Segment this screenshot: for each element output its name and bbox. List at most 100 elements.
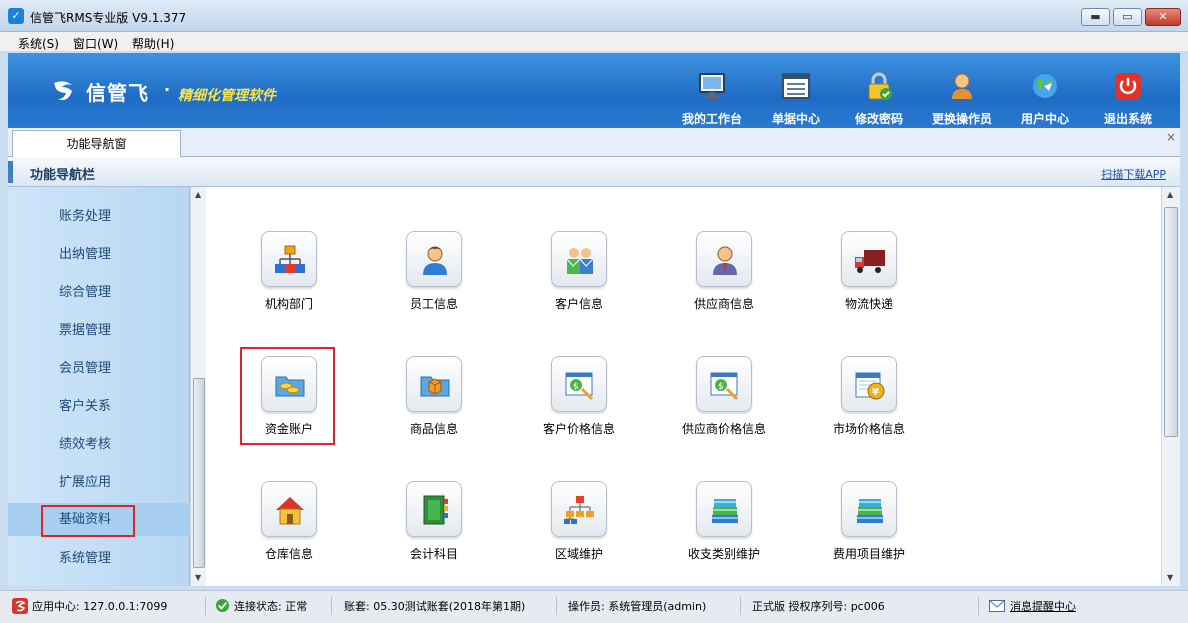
sidebar-item-label: 账务处理 — [59, 209, 112, 224]
mail-icon — [989, 600, 1005, 612]
warehouse-house-icon — [276, 497, 304, 525]
scroll-down-icon[interactable]: ▼ — [195, 573, 201, 582]
user-icon — [952, 73, 972, 99]
books-icon — [712, 499, 738, 523]
truck-icon — [855, 250, 885, 273]
globe-icon — [1033, 74, 1057, 98]
sidebar-item-members[interactable]: 会员管理 — [8, 352, 190, 385]
switch-operator-button[interactable]: 更换操作员 — [922, 71, 1002, 127]
tool-label: 修改密码 — [854, 112, 903, 126]
sidebar-item-cashier[interactable]: 出纳管理 — [8, 238, 190, 271]
grid-item-supplier[interactable]: 供应商信息 — [654, 231, 794, 312]
user-center-button[interactable]: 用户中心 — [1005, 71, 1085, 127]
lock-icon — [868, 72, 892, 100]
menu-window[interactable]: 窗口(W) — [73, 35, 118, 52]
grid-item-label: 区域维护 — [554, 547, 603, 561]
exit-system-button[interactable]: 退出系统 — [1088, 71, 1168, 127]
sidebar-item-crm[interactable]: 客户关系 — [8, 390, 190, 423]
menu-help[interactable]: 帮助(H) — [132, 35, 174, 52]
menu-system[interactable]: 系统(S) — [18, 35, 59, 52]
brand-logo-icon — [54, 81, 72, 100]
sidebar: 账务处理 出纳管理 综合管理 票据管理 会员管理 客户关系 绩效考核 扩展应用 … — [8, 187, 190, 586]
books-icon — [857, 499, 883, 523]
sidebar-item-label: 综合管理 — [59, 285, 112, 300]
customers-icon — [566, 248, 594, 274]
sidebar-item-general[interactable]: 综合管理 — [8, 276, 190, 309]
message-center-link[interactable]: 消息提醒中心 — [1010, 598, 1076, 614]
scrollbar-thumb[interactable] — [193, 378, 205, 568]
main-scrollbar[interactable]: ▲ ▼ — [1161, 187, 1180, 586]
status-divider — [331, 597, 332, 615]
power-icon — [1115, 73, 1141, 99]
grid-item-label: 市场价格信息 — [832, 422, 905, 436]
grid-item-warehouse[interactable]: 仓库信息 — [219, 481, 359, 562]
tile: ¥ — [841, 356, 897, 412]
status-operator: 操作员: 系统管理员(admin) — [568, 600, 707, 613]
grid-item-income-expense-category[interactable]: 收支类别维护 — [654, 481, 794, 562]
scrollbar-thumb[interactable] — [1164, 207, 1178, 437]
grid-item-market-price[interactable]: ¥ 市场价格信息 — [799, 356, 939, 437]
sidebar-item-label: 扩展应用 — [59, 475, 112, 490]
sidebar-item-label: 绩效考核 — [59, 437, 112, 452]
workbench-button[interactable]: 我的工作台 — [672, 71, 752, 127]
menu-bar: 系统(S) 窗口(W) 帮助(H) — [0, 32, 1188, 52]
brand-slogan: 精细化管理软件 — [178, 88, 276, 104]
tile — [841, 231, 897, 287]
market-price-icon: ¥ — [855, 372, 885, 400]
tile — [261, 481, 317, 537]
grid-item-accounting-subject[interactable]: 会计科目 — [364, 481, 504, 562]
grid-item-customer-price[interactable]: $ 客户价格信息 — [509, 356, 649, 437]
scroll-up-icon[interactable]: ▲ — [195, 190, 201, 199]
price-search-icon: $ — [710, 372, 739, 401]
grid-item-employee[interactable]: 员工信息 — [364, 231, 504, 312]
sidebar-item-extensions[interactable]: 扩展应用 — [8, 466, 190, 499]
connection-ok-icon — [215, 598, 230, 613]
scroll-up-icon[interactable]: ▲ — [1167, 190, 1173, 199]
scroll-down-icon[interactable]: ▼ — [1167, 573, 1173, 582]
sidebar-item-accounting[interactable]: 账务处理 — [8, 200, 190, 233]
grid-item-customer[interactable]: 客户信息 — [509, 231, 649, 312]
sidebar-item-label: 会员管理 — [59, 361, 112, 376]
selection-highlight — [41, 505, 135, 537]
sidebar-item-label: 票据管理 — [59, 323, 112, 338]
svg-text:$: $ — [718, 382, 724, 392]
grid-item-product[interactable]: 商品信息 — [364, 356, 504, 437]
grid-item-logistics[interactable]: 物流快递 — [799, 231, 939, 312]
tile — [406, 356, 462, 412]
sidebar-item-label: 系统管理 — [59, 551, 112, 566]
employee-icon — [423, 246, 447, 275]
tab-function-navigation[interactable]: 功能导航窗 — [12, 130, 181, 158]
sidebar-item-performance[interactable]: 绩效考核 — [8, 428, 190, 461]
grid-item-label: 客户价格信息 — [542, 422, 615, 436]
window-title: 信管飞RMS专业版 V9.1.377 — [30, 11, 187, 25]
tile — [406, 231, 462, 287]
product-box-icon — [420, 376, 450, 397]
tool-label: 更换操作员 — [931, 112, 992, 126]
monitor-icon — [699, 73, 725, 99]
tile — [696, 231, 752, 287]
change-password-button[interactable]: 修改密码 — [839, 71, 919, 127]
tile — [696, 481, 752, 537]
sidebar-scrollbar[interactable]: ▲ ▼ — [190, 187, 206, 586]
tab-close-icon[interactable]: × — [1166, 130, 1176, 144]
grid-item-expense-item[interactable]: 费用项目维护 — [799, 481, 939, 562]
sidebar-item-system[interactable]: 系统管理 — [8, 542, 190, 575]
sidebar-item-basic-data[interactable]: 基础资料 — [8, 503, 190, 537]
grid-item-region[interactable]: 区域维护 — [509, 481, 649, 562]
sidebar-item-bills[interactable]: 票据管理 — [8, 314, 190, 347]
status-divider — [978, 597, 979, 615]
maximize-button[interactable]: ▭ — [1113, 8, 1142, 26]
close-button[interactable]: ✕ — [1145, 8, 1181, 26]
status-connection: 连接状态: 正常 — [234, 600, 308, 613]
sidebar-item-label: 客户关系 — [59, 399, 112, 414]
tab-strip: 功能导航窗 × — [8, 128, 1180, 158]
minimize-button[interactable]: ▬ — [1081, 8, 1110, 26]
grid-item-supplier-price[interactable]: $ 供应商价格信息 — [654, 356, 794, 437]
document-center-button[interactable]: 单据中心 — [756, 71, 836, 127]
tile — [551, 231, 607, 287]
brand-name: 信管飞 — [86, 81, 149, 105]
grid-item-label: 会计科目 — [409, 547, 458, 561]
grid-item-org-dept[interactable]: 机构部门 — [219, 231, 359, 312]
grid-item-label: 客户信息 — [554, 297, 603, 311]
download-app-link[interactable]: 扫描下载APP — [1101, 166, 1166, 182]
